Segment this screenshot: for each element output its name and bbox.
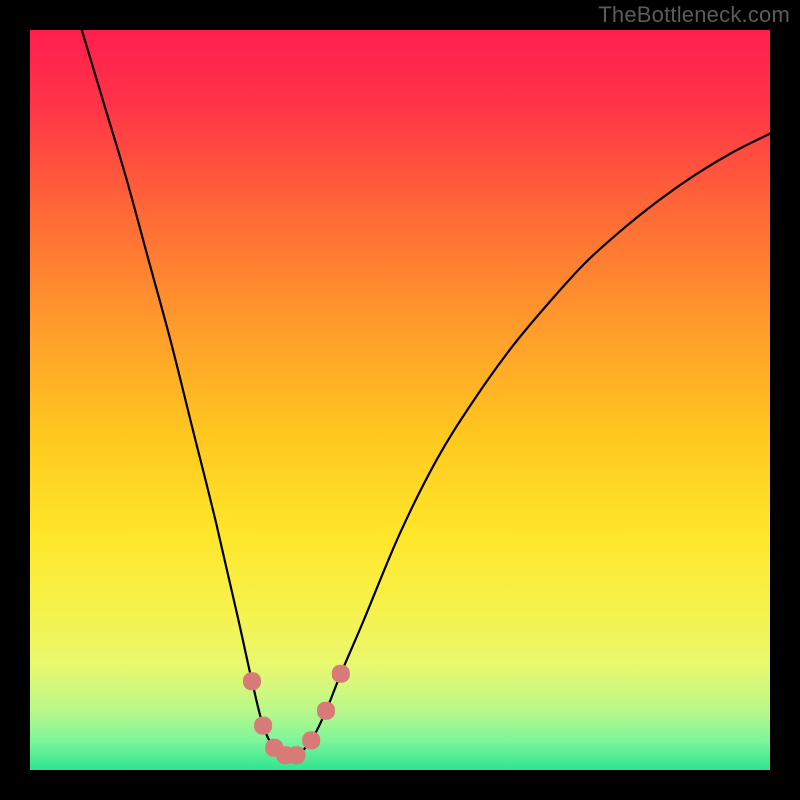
watermark-text: TheBottleneck.com (598, 2, 790, 28)
plot-area (30, 30, 770, 770)
bottleneck-curve (82, 30, 770, 757)
marker-dot (287, 746, 305, 764)
marker-dot (317, 702, 335, 720)
chart-svg (30, 30, 770, 770)
frame: TheBottleneck.com (0, 0, 800, 800)
marker-dot (332, 665, 350, 683)
marker-dot (302, 731, 320, 749)
marker-dot (254, 717, 272, 735)
marker-dot (243, 672, 261, 690)
